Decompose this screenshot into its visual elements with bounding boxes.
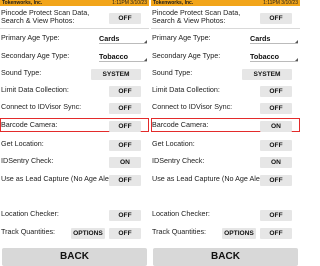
status-time: 1:11PM 3/10/23 [263, 0, 298, 6]
sound-type-button[interactable]: SYSTEM [91, 69, 141, 80]
track-quantities-label: Track Quantities: [1, 227, 56, 236]
dropdown-caret-icon [295, 40, 298, 43]
status-carrier: Tokenworks, Inc. [2, 0, 43, 6]
sound-type-row: Sound Type: SYSTEM [0, 69, 149, 83]
primary-age-type-row: Primary Age Type: Cards [151, 34, 300, 48]
idvisor-sync-toggle[interactable]: OFF [260, 103, 292, 114]
pincode-row: Pincode Protect Scan Data, Search & View… [151, 9, 300, 27]
idsentry-check-toggle[interactable]: ON [260, 157, 292, 168]
location-checker-label: Location Checker: [1, 209, 59, 218]
limit-data-toggle[interactable]: OFF [260, 86, 292, 97]
secondary-age-type-row: Secondary Age Type: Tobacco [151, 52, 300, 66]
secondary-age-type-row: Secondary Age Type: Tobacco [0, 52, 149, 66]
secondary-age-type-select[interactable]: Tobacco [99, 51, 147, 62]
primary-age-type-select[interactable]: Cards [99, 33, 147, 44]
barcode-camera-toggle[interactable]: ON [260, 121, 292, 132]
dropdown-caret-icon [144, 40, 147, 43]
idvisor-sync-row: Connect to IDVisor Sync: OFF [151, 103, 300, 117]
secondary-age-type-value: Tobacco [250, 52, 280, 61]
sound-type-label: Sound Type: [152, 68, 193, 77]
secondary-age-type-label: Secondary Age Type: [1, 51, 70, 60]
location-checker-toggle[interactable]: OFF [260, 210, 292, 221]
limit-data-label: Limit Data Collection: [152, 85, 220, 94]
get-location-label: Get Location: [152, 139, 195, 148]
status-bar: Tokenworks, Inc. 1:11PM 3/10/23 [151, 0, 300, 6]
get-location-label: Get Location: [1, 139, 44, 148]
divider [0, 28, 149, 29]
location-checker-row: Location Checker: OFF [151, 210, 300, 224]
primary-age-type-value: Cards [99, 34, 120, 43]
track-quantities-row: Track Quantities: OPTIONS OFF [151, 228, 300, 242]
primary-age-type-label: Primary Age Type: [152, 33, 211, 42]
idvisor-sync-label: Connect to IDVisor Sync: [1, 102, 82, 111]
back-button[interactable]: BACK [2, 248, 147, 266]
track-quantities-options-button[interactable]: OPTIONS [222, 228, 256, 239]
get-location-row: Get Location: OFF [0, 140, 149, 154]
back-button[interactable]: BACK [153, 248, 298, 266]
pincode-toggle[interactable]: OFF [260, 13, 292, 24]
barcode-camera-label: Barcode Camera: [152, 120, 209, 129]
track-quantities-label: Track Quantities: [152, 227, 207, 236]
idvisor-sync-row: Connect to IDVisor Sync: OFF [0, 103, 149, 117]
secondary-age-type-label: Secondary Age Type: [152, 51, 221, 60]
secondary-age-type-value: Tobacco [99, 52, 129, 61]
dropdown-caret-icon [295, 58, 298, 61]
idsentry-check-row: IDSentry Check: ON [151, 157, 300, 171]
pincode-toggle[interactable]: OFF [109, 13, 141, 24]
get-location-toggle[interactable]: OFF [260, 140, 292, 151]
idvisor-sync-label: Connect to IDVisor Sync: [152, 102, 233, 111]
primary-age-type-row: Primary Age Type: Cards [0, 34, 149, 48]
limit-data-row: Limit Data Collection: OFF [0, 86, 149, 100]
location-checker-toggle[interactable]: OFF [109, 210, 141, 221]
pincode-label: Pincode Protect Scan Data, Search & View… [1, 8, 90, 25]
primary-age-type-label: Primary Age Type: [1, 33, 60, 42]
limit-data-label: Limit Data Collection: [1, 85, 69, 94]
sound-type-button[interactable]: SYSTEM [242, 69, 292, 80]
idsentry-check-toggle[interactable]: ON [109, 157, 141, 168]
idvisor-sync-toggle[interactable]: OFF [109, 103, 141, 114]
settings-panel-left: Tokenworks, Inc. 1:11PM 3/10/23 Pincode … [0, 0, 149, 266]
barcode-camera-row: Barcode Camera: OFF [0, 121, 149, 135]
get-location-row: Get Location: OFF [151, 140, 300, 154]
lead-capture-toggle[interactable]: OFF [260, 175, 292, 186]
settings-panel-right: Tokenworks, Inc. 1:11PM 3/10/23 Pincode … [151, 0, 300, 266]
lead-capture-row: Use as Lead Capture (No Age Alerts): OFF [0, 175, 149, 189]
divider [151, 28, 300, 29]
secondary-age-type-select[interactable]: Tobacco [250, 51, 298, 62]
status-bar: Tokenworks, Inc. 1:11PM 3/10/23 [0, 0, 149, 6]
status-time: 1:11PM 3/10/23 [112, 0, 147, 6]
pincode-label: Pincode Protect Scan Data, Search & View… [152, 8, 241, 25]
track-quantities-toggle[interactable]: OFF [109, 228, 141, 239]
pincode-row: Pincode Protect Scan Data, Search & View… [0, 9, 149, 27]
barcode-camera-row: Barcode Camera: ON [151, 121, 300, 135]
limit-data-toggle[interactable]: OFF [109, 86, 141, 97]
location-checker-row: Location Checker: OFF [0, 210, 149, 224]
location-checker-label: Location Checker: [152, 209, 210, 218]
primary-age-type-value: Cards [250, 34, 271, 43]
lead-capture-label: Use as Lead Capture (No Age Alerts): [1, 174, 122, 183]
barcode-camera-label: Barcode Camera: [1, 120, 58, 129]
dropdown-caret-icon [144, 58, 147, 61]
get-location-toggle[interactable]: OFF [109, 140, 141, 151]
idsentry-check-label: IDSentry Check: [1, 156, 54, 165]
lead-capture-label: Use as Lead Capture (No Age Alerts): [152, 174, 273, 183]
barcode-camera-toggle[interactable]: OFF [109, 121, 141, 132]
idsentry-check-label: IDSentry Check: [152, 156, 205, 165]
sound-type-label: Sound Type: [1, 68, 42, 77]
track-quantities-row: Track Quantities: OPTIONS OFF [0, 228, 149, 242]
lead-capture-toggle[interactable]: OFF [109, 175, 141, 186]
track-quantities-options-button[interactable]: OPTIONS [71, 228, 105, 239]
idsentry-check-row: IDSentry Check: ON [0, 157, 149, 171]
lead-capture-row: Use as Lead Capture (No Age Alerts): OFF [151, 175, 300, 189]
sound-type-row: Sound Type: SYSTEM [151, 69, 300, 83]
track-quantities-toggle[interactable]: OFF [260, 228, 292, 239]
status-carrier: Tokenworks, Inc. [153, 0, 194, 6]
primary-age-type-select[interactable]: Cards [250, 33, 298, 44]
limit-data-row: Limit Data Collection: OFF [151, 86, 300, 100]
